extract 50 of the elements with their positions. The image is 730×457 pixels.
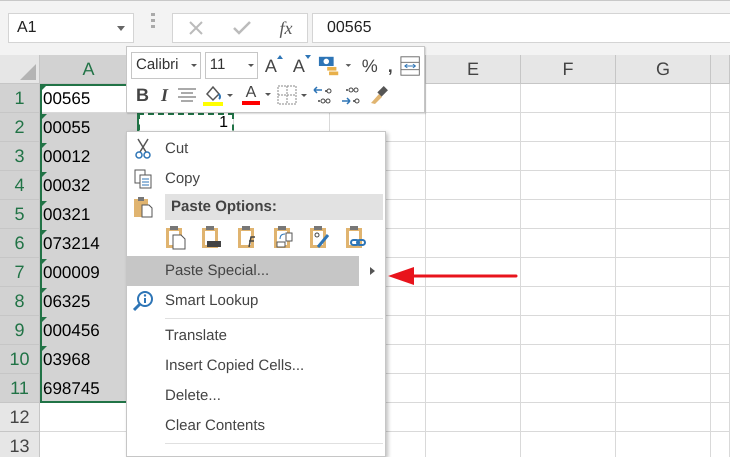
- paste-values-icon[interactable]: [201, 225, 223, 251]
- menu-item[interactable]: Clear Contents: [127, 411, 385, 441]
- column-header[interactable]: G: [616, 55, 711, 84]
- dropdown-arrow-icon[interactable]: [117, 26, 125, 30]
- check-icon[interactable]: [232, 21, 250, 35]
- clipboard-icon: [133, 196, 153, 218]
- insert-function-button[interactable]: fx: [280, 14, 292, 42]
- row-header[interactable]: 11: [0, 374, 40, 403]
- copy-icon: [134, 169, 152, 189]
- bold-button[interactable]: B: [133, 82, 152, 108]
- name-box[interactable]: A1: [8, 13, 134, 43]
- submenu-arrow-icon: [370, 267, 374, 275]
- italic-button[interactable]: I: [158, 82, 172, 108]
- decrease-font-button[interactable]: A: [290, 52, 314, 78]
- merge-center-icon[interactable]: [400, 54, 420, 76]
- row-header[interactable]: 6: [0, 229, 40, 258]
- font-dropdown[interactable]: Calibri: [131, 52, 201, 79]
- align-center-icon[interactable]: [177, 88, 198, 102]
- menu-section-header: Paste Options:: [165, 194, 383, 220]
- fill-color-icon[interactable]: [203, 84, 234, 106]
- menu-item[interactable]: Paste Special...: [127, 256, 385, 286]
- row-header[interactable]: 1: [0, 84, 40, 113]
- row-header[interactable]: 7: [0, 258, 40, 287]
- row-header[interactable]: 5: [0, 200, 40, 229]
- column-header[interactable]: E: [426, 55, 521, 84]
- row-header[interactable]: 13: [0, 432, 40, 457]
- paste-link-icon[interactable]: [345, 225, 367, 251]
- row-header[interactable]: 9: [0, 316, 40, 345]
- row-header[interactable]: 12: [0, 403, 40, 432]
- row-header[interactable]: 4: [0, 171, 40, 200]
- row-header[interactable]: 2: [0, 113, 40, 142]
- borders-icon[interactable]: [277, 84, 308, 104]
- scissors-icon: [134, 138, 152, 160]
- increase-font-button[interactable]: A: [262, 52, 286, 78]
- font-color-button[interactable]: A: [239, 82, 264, 108]
- formula-input[interactable]: 00565: [312, 13, 730, 43]
- row-header[interactable]: 8: [0, 287, 40, 316]
- paste-transpose-icon[interactable]: [273, 225, 295, 251]
- search-info-icon: [132, 290, 154, 312]
- font-size-dropdown[interactable]: 11: [204, 52, 258, 79]
- paste-formatting-icon[interactable]: [309, 225, 331, 251]
- table-cell: 00055: [40, 113, 138, 142]
- column-header[interactable]: F: [521, 55, 616, 84]
- paste-icon[interactable]: [165, 225, 187, 251]
- format-button[interactable]: ,: [384, 52, 396, 78]
- grip-icon[interactable]: [151, 13, 155, 29]
- row-header[interactable]: 3: [0, 142, 40, 171]
- row-header[interactable]: 10: [0, 345, 40, 374]
- format-painter-icon[interactable]: [369, 84, 390, 104]
- format-button[interactable]: %: [358, 52, 381, 78]
